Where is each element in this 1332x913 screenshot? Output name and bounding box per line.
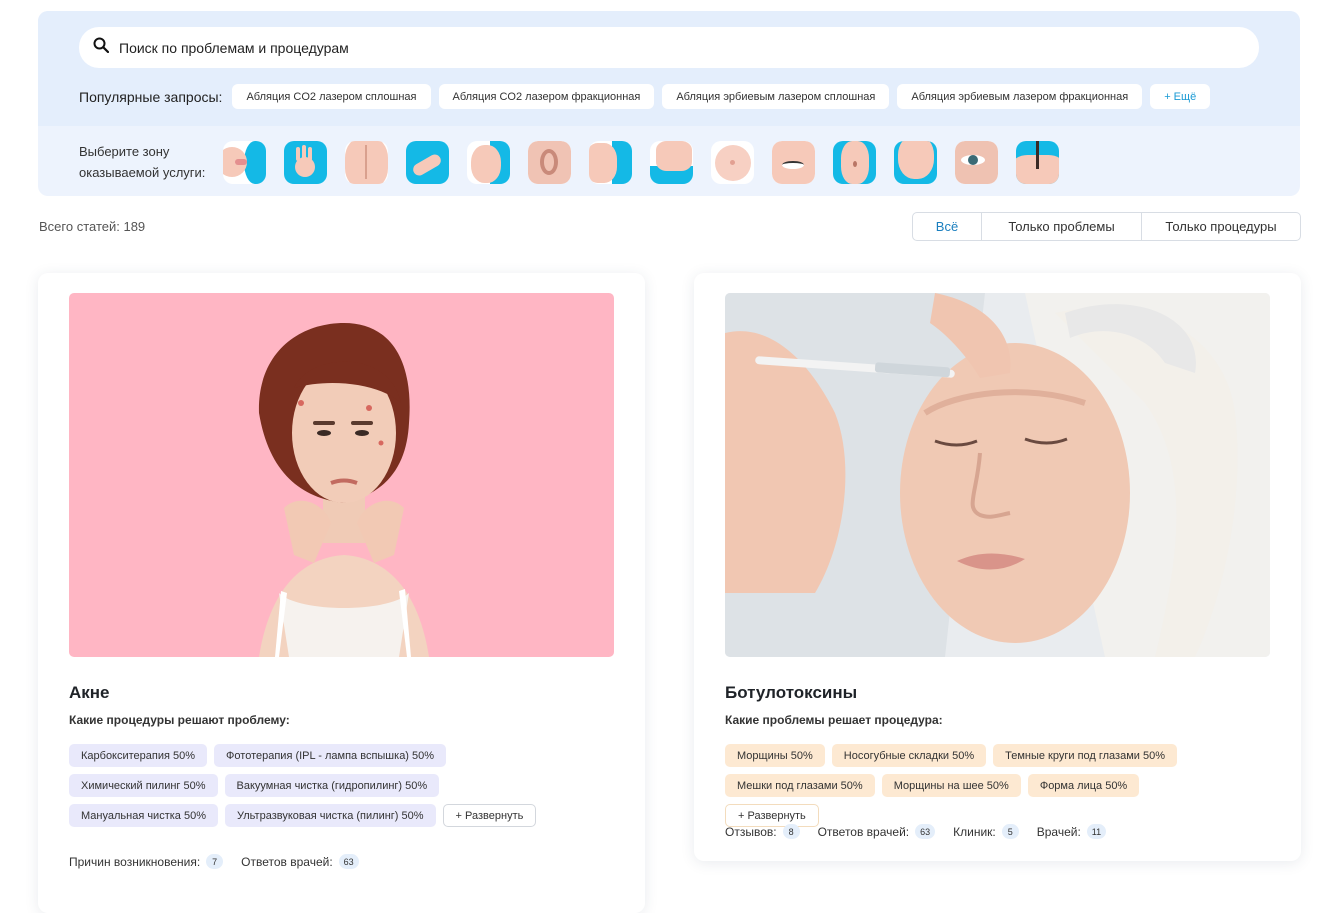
problem-tag[interactable]: Темные круги под глазами 50% [993,744,1177,767]
filter-procedures-tab[interactable]: Только процедуры [1142,213,1300,240]
count-badge: 63 [915,824,936,839]
article-card[interactable]: Ботулотоксины Какие проблемы решает проц… [694,273,1301,861]
procedure-tag[interactable]: Карбокситерапия 50% [69,744,208,767]
stat-label: Причин возникновения: [69,854,201,869]
procedure-tag[interactable]: Мануальная чистка 50% [69,804,218,827]
article-count: Всего статей: 189 [39,219,146,234]
eye-icon[interactable] [772,141,815,184]
stat-label: Ответов врачей: [817,824,910,839]
problem-tag[interactable]: Морщины 50% [725,744,825,767]
hand-icon[interactable] [284,141,327,184]
expand-button[interactable]: + Развернуть [442,804,537,827]
popular-chip[interactable]: Абляция CO2 лазером сплошная [232,84,431,109]
zone-label: Выберите зону оказываемой услуги: [79,144,206,180]
problem-tag[interactable]: Носогубные складки 50% [831,744,987,767]
filter-problems-tab[interactable]: Только проблемы [982,213,1142,240]
belly-icon[interactable] [833,141,876,184]
arm-icon[interactable] [406,141,449,184]
stat-label: Врачей: [1036,824,1081,839]
hair-follicle-icon[interactable] [1016,141,1059,184]
back-icon[interactable] [345,141,388,184]
search-icon[interactable] [93,37,110,58]
procedure-tag[interactable]: Химический пилинг 50% [69,774,218,797]
popular-queries: Популярные запросы: Абляция CO2 лазером … [79,84,1218,109]
card-stats: Отзывов: 8 Ответов врачей: 63 Клиник: 5 … [725,824,1124,839]
procedure-tag[interactable]: Фототерапия (IPL - лампа вспышка) 50% [214,744,447,767]
procedure-tag[interactable]: Вакуумная чистка (гидропилинг) 50% [224,774,440,797]
procedure-tags: Карбокситерапия 50% Фототерапия (IPL - л… [69,744,589,834]
popular-label: Популярные запросы: [79,88,223,105]
card-title[interactable]: Акне [69,683,110,703]
stat-label: Ответов врачей: [241,854,333,869]
count-badge: 11 [1086,824,1107,839]
more-queries-button[interactable]: + Ещё [1150,84,1211,109]
neck-icon[interactable] [650,141,693,184]
popular-chip[interactable]: Абляция эрбиевым лазером сплошная [662,84,890,109]
face-profile-icon[interactable] [467,141,510,184]
problem-tag[interactable]: Мешки под глазами 50% [725,774,875,797]
search-area: Популярные запросы: Абляция CO2 лазером … [38,11,1300,126]
search-input[interactable] [119,39,1019,56]
search-bar[interactable] [79,27,1259,68]
breast-icon[interactable] [711,141,754,184]
card-title[interactable]: Ботулотоксины [725,683,857,703]
article-card[interactable]: Акне Какие процедуры решают проблему: Ка… [38,273,645,913]
card-subtitle: Какие проблемы решает процедура: [725,713,943,727]
ear-icon[interactable] [528,141,571,184]
count-badge: 7 [206,854,224,869]
count-badge: 8 [782,824,800,839]
stat-label: Клиник: [953,824,996,839]
stat-label: Отзывов: [725,824,777,839]
count-badge: 63 [338,854,359,869]
problem-tag[interactable]: Форма лица 50% [1027,774,1140,797]
eye-closeup-icon[interactable] [955,141,998,184]
zone-selector [223,141,1077,184]
filter-all-tab[interactable]: Всё [913,213,982,240]
count-badge: 5 [1001,824,1019,839]
search-panel: Популярные запросы: Абляция CO2 лазером … [38,11,1300,196]
type-filter: Всё Только проблемы Только процедуры [912,212,1301,241]
intimate-zone-icon[interactable] [894,141,937,184]
popular-chip[interactable]: Абляция эрбиевым лазером фракционная [897,84,1143,109]
problem-tag[interactable]: Морщины на шее 50% [881,774,1021,797]
card-stats: Причин возникновения: 7 Ответов врачей: … [69,854,377,869]
card-subtitle: Какие процедуры решают проблему: [69,713,290,727]
procedure-tag[interactable]: Ультразвуковая чистка (пилинг) 50% [225,804,436,827]
popular-chip[interactable]: Абляция CO2 лазером фракционная [438,84,655,109]
lips-icon[interactable] [223,141,266,184]
card-image[interactable] [69,293,614,657]
nose-icon[interactable] [589,141,632,184]
card-image[interactable] [725,293,1270,657]
problem-tags: Морщины 50% Носогубные складки 50% Темны… [725,744,1245,834]
